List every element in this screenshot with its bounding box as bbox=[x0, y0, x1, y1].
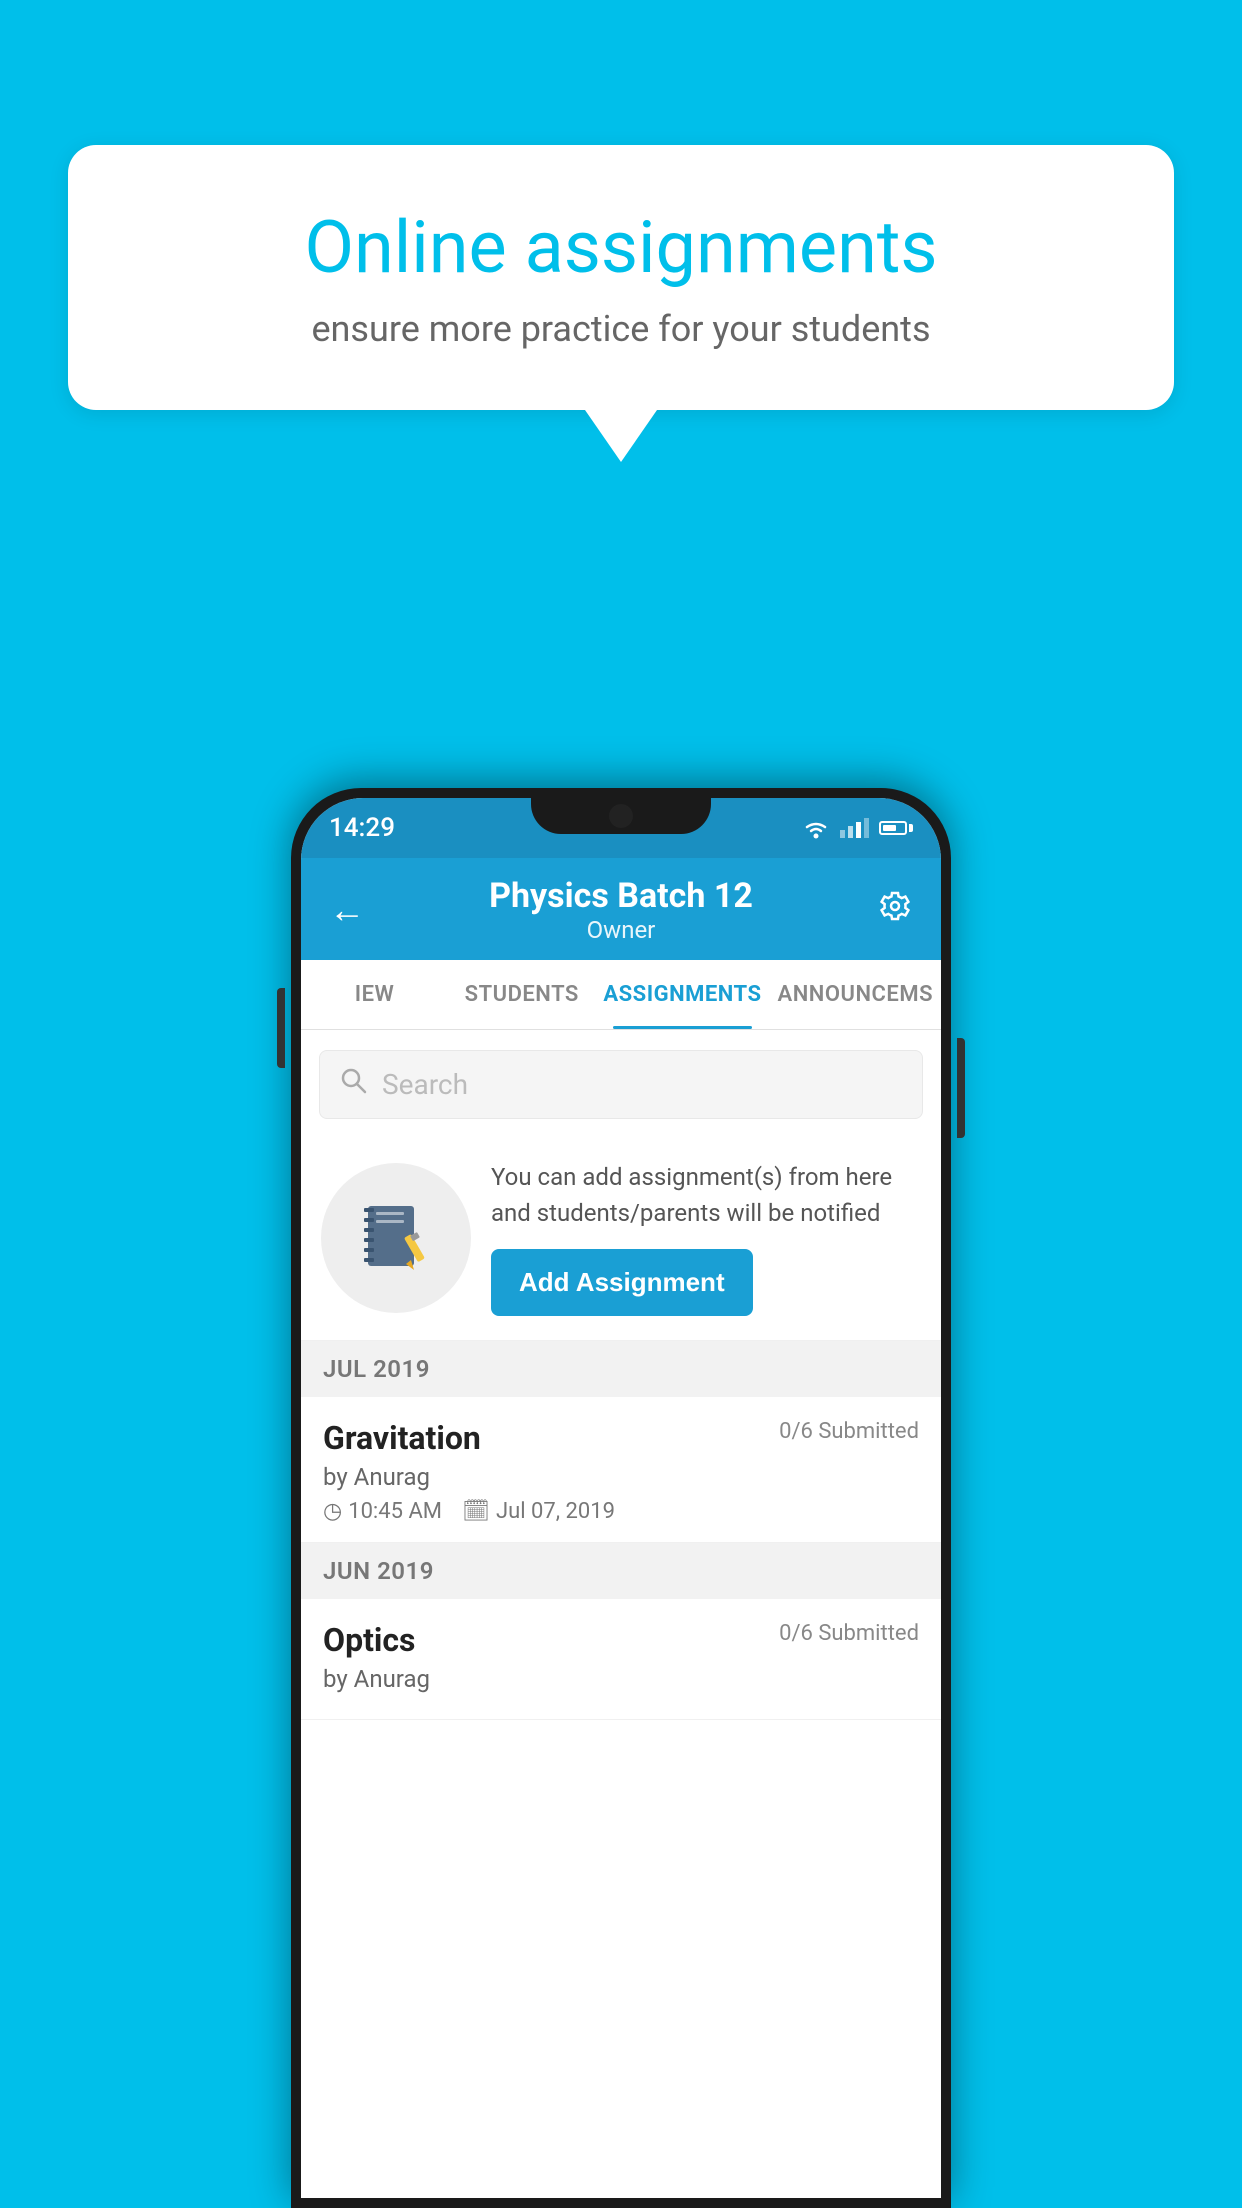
tab-bar: IEW STUDENTS ASSIGNMENTS ANNOUNCEMS bbox=[301, 960, 941, 1030]
status-icons bbox=[802, 817, 913, 839]
promo-subtitle: ensure more practice for your students bbox=[138, 308, 1104, 350]
phone-frame: 14:29 bbox=[291, 788, 951, 2208]
power-button bbox=[957, 1038, 965, 1138]
assignment-author-optics: by Anurag bbox=[323, 1665, 919, 1693]
promo-card: Online assignments ensure more practice … bbox=[68, 145, 1174, 462]
search-icon bbox=[340, 1067, 368, 1102]
settings-button[interactable] bbox=[877, 888, 913, 933]
wifi-icon bbox=[802, 817, 830, 839]
assignment-row1: Gravitation 0/6 Submitted bbox=[323, 1419, 919, 1457]
back-button[interactable]: ← bbox=[329, 889, 365, 931]
assignment-time: ◷ 10:45 AM bbox=[323, 1499, 442, 1524]
search-bar[interactable]: Search bbox=[319, 1050, 923, 1119]
speech-bubble-arrow bbox=[585, 410, 657, 462]
assignment-date: 🗓 Jul 07, 2019 bbox=[462, 1499, 615, 1524]
add-assignment-button[interactable]: Add Assignment bbox=[491, 1249, 753, 1316]
calendar-icon: 🗓 bbox=[462, 1499, 490, 1524]
promo-description: You can add assignment(s) from here and … bbox=[491, 1159, 921, 1231]
submitted-count-optics: 0/6 Submitted bbox=[779, 1621, 919, 1646]
section-jun-2019: JUN 2019 bbox=[301, 1543, 941, 1599]
submitted-count: 0/6 Submitted bbox=[779, 1419, 919, 1444]
app-header: ← Physics Batch 12 Owner bbox=[301, 858, 941, 960]
clock-icon: ◷ bbox=[323, 1499, 342, 1524]
promo-title: Online assignments bbox=[138, 205, 1104, 290]
tab-view[interactable]: IEW bbox=[301, 960, 448, 1029]
assignment-title: Gravitation bbox=[323, 1419, 481, 1457]
status-time: 14:29 bbox=[329, 813, 395, 843]
assignment-optics[interactable]: Optics 0/6 Submitted by Anurag bbox=[301, 1599, 941, 1720]
tab-students[interactable]: STUDENTS bbox=[448, 960, 595, 1029]
assignment-author: by Anurag bbox=[323, 1463, 919, 1491]
assignment-gravitation[interactable]: Gravitation 0/6 Submitted by Anurag ◷ 10… bbox=[301, 1397, 941, 1543]
user-role: Owner bbox=[489, 916, 753, 944]
search-placeholder: Search bbox=[382, 1068, 468, 1101]
date-value: Jul 07, 2019 bbox=[496, 1499, 615, 1524]
assignment-meta: ◷ 10:45 AM 🗓 Jul 07, 2019 bbox=[323, 1499, 919, 1524]
phone-notch bbox=[531, 798, 711, 834]
assignment-promo: You can add assignment(s) from here and … bbox=[301, 1135, 941, 1341]
battery-icon bbox=[879, 821, 913, 835]
phone-screen: 14:29 bbox=[301, 798, 941, 2198]
time-value: 10:45 AM bbox=[348, 1499, 442, 1524]
tab-assignments[interactable]: ASSIGNMENTS bbox=[595, 960, 769, 1029]
notebook-icon bbox=[356, 1198, 436, 1278]
volume-button bbox=[277, 988, 285, 1068]
content-area: Search bbox=[301, 1030, 941, 2198]
speech-bubble: Online assignments ensure more practice … bbox=[68, 145, 1174, 410]
header-center: Physics Batch 12 Owner bbox=[489, 876, 753, 944]
section-jul-2019: JUL 2019 bbox=[301, 1341, 941, 1397]
promo-icon bbox=[321, 1163, 471, 1313]
batch-title: Physics Batch 12 bbox=[489, 876, 753, 916]
signal-icon bbox=[840, 818, 869, 838]
promo-text-area: You can add assignment(s) from here and … bbox=[491, 1159, 921, 1316]
assignment-row1-optics: Optics 0/6 Submitted bbox=[323, 1621, 919, 1659]
assignment-title-optics: Optics bbox=[323, 1621, 415, 1659]
tab-announcements[interactable]: ANNOUNCEMS bbox=[770, 960, 941, 1029]
